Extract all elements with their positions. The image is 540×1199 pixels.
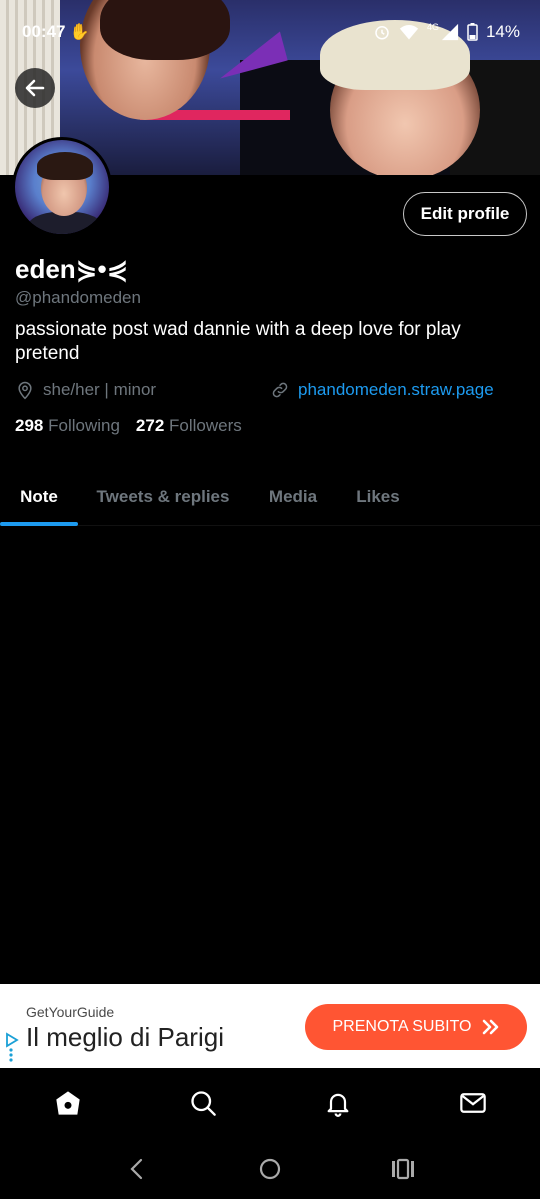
display-name: eden⋟•⋞: [15, 254, 129, 284]
system-navigation: [0, 1138, 540, 1199]
network-type: 4G: [426, 22, 439, 32]
ad-brand: GetYourGuide: [26, 1004, 115, 1020]
location-text: she/her | minor: [43, 380, 157, 399]
avatar[interactable]: [12, 137, 112, 237]
alarm-icon: [375, 26, 389, 40]
profile-tabs: Note Tweets & replies Media Likes: [0, 468, 540, 526]
mail-icon: [459, 1093, 486, 1113]
link-icon: [272, 382, 288, 398]
following-count: 298: [15, 416, 44, 435]
profile-bio: passionate post wad dannie with a deep l…: [15, 319, 461, 364]
nav-messages[interactable]: [443, 1073, 503, 1133]
tab-likes[interactable]: Likes: [338, 468, 418, 526]
followers-count: 272: [135, 416, 165, 435]
recents-icon: [392, 1158, 415, 1179]
system-home[interactable]: [240, 1144, 300, 1194]
nav-notifications[interactable]: [308, 1073, 368, 1133]
nav-home[interactable]: [38, 1073, 98, 1133]
ad-headline[interactable]: Il meglio di Parigi: [26, 1022, 224, 1053]
circle-home-icon: [259, 1158, 281, 1179]
followers-label: Followers: [169, 416, 242, 435]
user-handle: @phandomeden: [15, 288, 141, 307]
bell-icon: [327, 1093, 348, 1117]
edit-profile-button[interactable]: Edit profile: [403, 192, 527, 236]
followers-stat[interactable]: 272 Followers: [136, 416, 242, 436]
profile-location: she/her | minor: [15, 380, 156, 400]
chevron-left-icon: [130, 1158, 142, 1179]
following-stat[interactable]: 298 Following: [15, 416, 120, 436]
wifi-icon: [399, 25, 419, 40]
bottom-navigation: [0, 1068, 540, 1138]
nav-search[interactable]: [173, 1073, 233, 1133]
arrow-left-icon: [25, 79, 45, 97]
tab-tweets-replies[interactable]: Tweets & replies: [78, 468, 248, 526]
system-back[interactable]: [107, 1144, 167, 1194]
system-recents[interactable]: [373, 1144, 433, 1194]
status-time: 00:47: [22, 22, 66, 41]
ad-cta-label: PRENOTA SUBITO: [332, 1018, 472, 1035]
ad-banner[interactable]: GetYourGuide Il meglio di Parigi PRENOTA…: [0, 984, 540, 1068]
ad-cta-button[interactable]: PRENOTA SUBITO: [305, 1004, 527, 1050]
adchoices-icon[interactable]: [4, 1032, 20, 1062]
double-chevron-right-icon: [482, 1019, 498, 1035]
signal-icon: [441, 23, 459, 41]
tab-note[interactable]: Note: [0, 468, 78, 526]
battery-level: 14%: [485, 22, 520, 41]
home-icon: [55, 1091, 80, 1115]
status-icons: 4G 14%: [373, 22, 520, 42]
follow-stats: 298 Following 272 Followers: [15, 416, 242, 436]
battery-icon: [467, 23, 478, 41]
profile-website[interactable]: phandomeden.straw.page: [270, 380, 494, 400]
status-bar: 00:47 ✋ 4G 14%: [0, 0, 540, 60]
website-link[interactable]: phandomeden.straw.page: [298, 380, 494, 400]
search-icon: [190, 1091, 216, 1116]
gesture-icon: ✋: [69, 24, 90, 41]
location-pin-icon: [18, 381, 32, 400]
avatar-hair: [37, 152, 93, 180]
tab-media[interactable]: Media: [248, 468, 338, 526]
back-button[interactable]: [15, 68, 55, 108]
following-label: Following: [48, 416, 120, 435]
